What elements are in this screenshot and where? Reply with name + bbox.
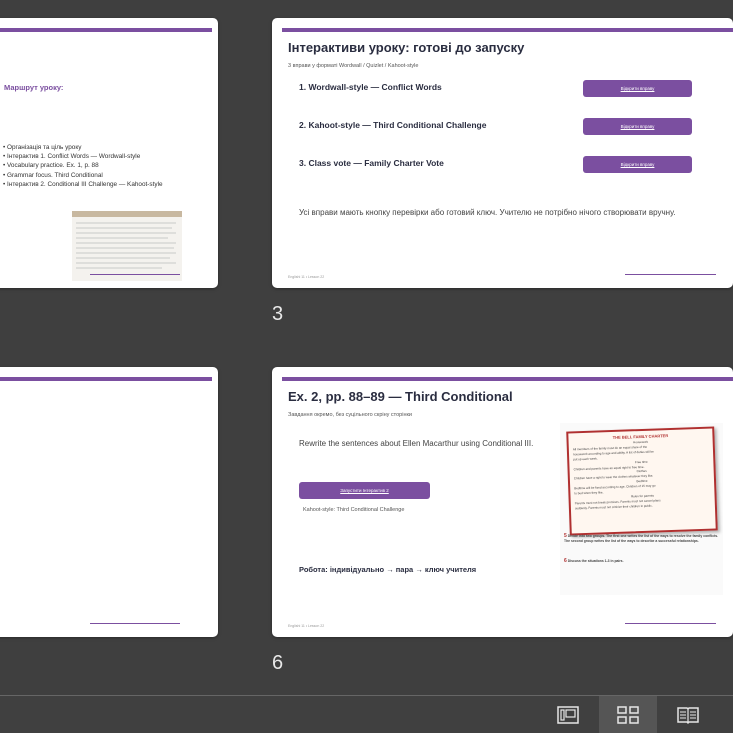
slide-footer-line [90, 623, 180, 624]
route-list: Організація та ціль уроку Інтерактив 1. … [3, 143, 163, 189]
family-charter-card: THE BELL FAMILY CHARTER Housework All me… [566, 426, 718, 536]
slide-accent-bar [0, 28, 212, 32]
slide-thumbnail-2[interactable]: Маршрут уроку: Організація та ціль уроку… [0, 18, 218, 288]
list-item: Vocabulary practice. Ex. 1, p. 88 [3, 161, 163, 170]
list-item: Інтерактив 1. Conflict Words — Wordwall-… [3, 152, 163, 161]
slide-thumbnail-3[interactable]: Інтерактиви уроку: готові до запуску 3 в… [272, 18, 733, 288]
slide-footer-line [90, 274, 180, 275]
task-text: Discuss the situations 1-3 in pairs. [567, 559, 624, 563]
exercise-instruction: Rewrite the sentences about Ellen Macart… [299, 439, 534, 448]
launch-interactive-2-button[interactable]: Запустити Інтерактив 2 [299, 482, 430, 499]
slide-footer-line [625, 274, 716, 275]
slide-thumbnail-5[interactable] [0, 367, 218, 637]
open-exercise-3-button[interactable]: Відкрити вправу [583, 156, 692, 173]
exercise-1-label: 1. Wordwall-style — Conflict Words [299, 82, 442, 92]
exercise-3-label: 3. Class vote — Family Charter Vote [299, 158, 444, 168]
slide-title: Ex. 2, pp. 88–89 — Third Conditional [288, 389, 513, 404]
slide-heading: Маршрут уроку: [4, 83, 64, 92]
task-text: Divide into two groups. The first one wr… [564, 534, 719, 543]
slide-subtitle: 3 вправи у форматі Wordwall / Quizlet / … [288, 63, 419, 69]
slide-accent-bar [0, 377, 212, 381]
normal-view-icon [557, 705, 579, 724]
task-6: 6 Discuss the situations 1-3 in pairs. [564, 559, 720, 564]
reading-view-button[interactable] [665, 696, 711, 733]
button-caption: Kahoot-style: Third Conditional Challeng… [303, 507, 405, 513]
list-item: Організація та ціль уроку [3, 143, 163, 152]
slide-footer-text: Englishi 11 • Lesson 22 [288, 624, 325, 628]
list-item: Інтерактив 2. Conditional III Challenge … [3, 180, 163, 189]
task-number: 6 [564, 558, 567, 564]
slide-number-3: 3 [272, 303, 284, 325]
textbook-page-image [72, 211, 182, 281]
task-5: 5 Divide into two groups. The first one … [564, 534, 720, 543]
view-toolbar [0, 695, 733, 733]
work-mode-text: Робота: індивідуально → пара → ключ учит… [299, 565, 477, 574]
textbook-page-image: THE BELL FAMILY CHARTER Housework All me… [560, 423, 723, 595]
slide-accent-bar [282, 28, 733, 32]
slide-footer-line [625, 623, 716, 624]
exercises-note: Усі вправи мають кнопку перевірки або го… [299, 208, 676, 217]
slide-sorter-button[interactable] [599, 696, 657, 733]
slide-footer-text: Englishi 11 • Lesson 22 [288, 275, 325, 279]
slide-accent-bar [282, 377, 733, 381]
open-exercise-1-button[interactable]: Відкрити вправу [583, 80, 692, 97]
open-exercise-2-button[interactable]: Відкрити вправу [583, 118, 692, 135]
slide-title: Інтерактиви уроку: готові до запуску [288, 40, 525, 55]
slide-thumbnail-6[interactable]: Ex. 2, pp. 88–89 — Third Conditional Зав… [272, 367, 733, 637]
normal-view-button[interactable] [545, 696, 591, 733]
slide-sorter-icon [617, 705, 639, 724]
slide-subtitle: Завдання окремо, без суцільного скріну с… [288, 412, 412, 418]
exercise-2-label: 2. Kahoot-style — Third Conditional Chal… [299, 120, 487, 130]
reading-view-icon [677, 706, 699, 724]
list-item: Grammar focus. Third Conditional [3, 171, 163, 180]
slide-number-6: 6 [272, 652, 284, 674]
